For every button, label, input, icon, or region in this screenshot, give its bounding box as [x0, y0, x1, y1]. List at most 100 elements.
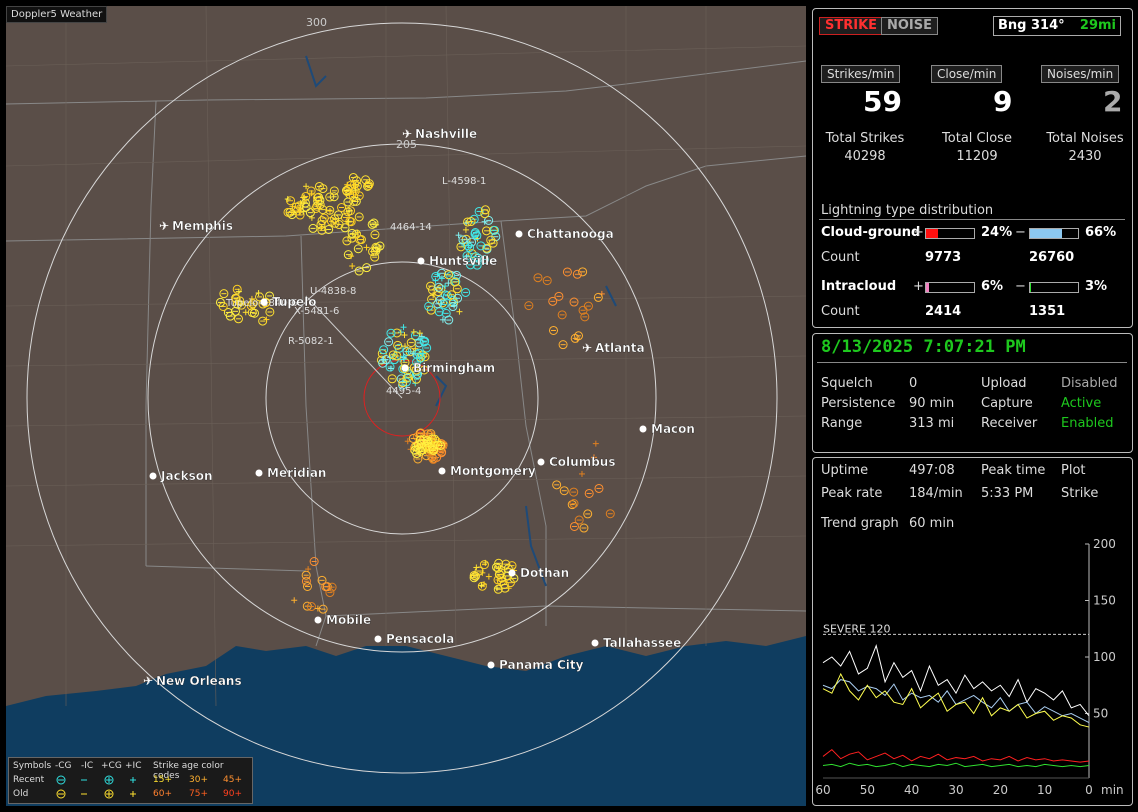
legend-age-75: 75+ [189, 789, 208, 799]
city-dot-icon [438, 467, 446, 475]
cg-positive-percent: 24% [981, 225, 1013, 240]
legend-recent-label: Recent [13, 775, 45, 785]
strikes-per-min-value: 59 [863, 85, 902, 118]
city-dot-icon [374, 635, 382, 643]
legend-header-pos-cg: +CG [101, 761, 122, 771]
current-datetime: 8/13/2025 7:07:21 PM [821, 337, 1026, 357]
city-label: Chattanooga [527, 227, 614, 241]
city-label: Montgomery [450, 464, 536, 478]
lightning-map[interactable]: 300 205 L-4598-14464-14U-4838-8Tupelo-58… [6, 6, 806, 806]
city-dot-icon [508, 569, 516, 577]
cg-count-label: Count [821, 250, 860, 265]
city-dot-icon [255, 469, 263, 477]
trend-y-tick-label: 150 [1093, 594, 1116, 608]
noises-per-min-value: 2 [1103, 85, 1123, 118]
city-birmingham: Birmingham [401, 361, 495, 375]
airport-icon: ✈ [159, 219, 169, 233]
total-close-value: 11209 [956, 149, 998, 164]
ic-positive-percent: 6% [981, 279, 1004, 294]
city-panama-city: Panama City [487, 658, 584, 672]
peak-time-value: 5:33 PM [981, 486, 1034, 501]
ic-negative-percent: 3% [1085, 279, 1108, 294]
trend-y-tick-label: 50 [1093, 707, 1108, 721]
city-dot-icon [417, 257, 425, 265]
map-canvas[interactable]: 300 205 L-4598-14464-14U-4838-8Tupelo-58… [6, 6, 806, 806]
ic-plus-sign: + [913, 279, 924, 294]
legend-age-90: 90+ [223, 789, 242, 799]
range-label-outer: 300 [306, 16, 327, 29]
distribution-divider [819, 219, 1125, 220]
symbol-legend: Symbols -CG -IC +CG +IC Strike age color… [8, 757, 253, 804]
total-noises-value: 2430 [1068, 149, 1102, 164]
city-dot-icon [487, 661, 495, 669]
trend-series-line-3 [822, 748, 1090, 763]
trend-graph-label: Trend graph [821, 516, 899, 531]
noises-per-min-button[interactable]: Noises/min [1041, 65, 1120, 83]
peak-time-label: Peak time [981, 463, 1046, 478]
ic-minus-sign: − [1015, 279, 1026, 294]
city-new-orleans: ✈ New Orleans [143, 674, 242, 688]
city-pensacola: Pensacola [374, 632, 454, 646]
trend-graph-value: 60 min [909, 516, 955, 531]
cg-plus-sign: + [913, 225, 924, 240]
city-label: Birmingham [413, 361, 495, 375]
city-label: Panama City [499, 658, 584, 672]
city-atlanta: ✈ Atlanta [582, 341, 645, 355]
total-strikes-value: 40298 [844, 149, 886, 164]
legend-old-label: Old [13, 789, 29, 799]
strike-status-panel: STRIKE NOISE Bng 314° 29mi Strikes/min C… [812, 8, 1133, 328]
cg-minus-sign: − [1015, 225, 1026, 240]
trend-x-tick-label: 40 [904, 783, 919, 797]
squelch-value: 0 [909, 376, 918, 391]
total-close-label: Total Close [942, 131, 1012, 146]
settings-divider [817, 362, 1127, 363]
plot-value[interactable]: Strike [1061, 486, 1098, 501]
trend-x-tick-label: 20 [993, 783, 1008, 797]
uptime-label: Uptime [821, 463, 869, 478]
legend-header-pos-ic: +IC [125, 761, 142, 771]
capture-label: Capture [981, 396, 1033, 411]
capture-value: Active [1061, 396, 1102, 411]
cg-positive-bar [925, 228, 975, 239]
upload-label: Upload [981, 376, 1027, 391]
peak-rate-label: Peak rate [821, 486, 883, 501]
cell-label: 4495-4 [386, 386, 421, 397]
bearing-value: Bng 314° [998, 18, 1065, 33]
persistence-value: 90 min [909, 396, 955, 411]
strikes-per-min-button[interactable]: Strikes/min [821, 65, 901, 83]
trend-x-tick-label: 50 [860, 783, 875, 797]
city-dot-icon [537, 458, 545, 466]
trend-y-tick-label: 200 [1093, 537, 1116, 551]
trend-x-tick-label: 0 [1085, 783, 1093, 797]
city-label: Dothan [520, 566, 569, 580]
cloud-ground-label: Cloud-ground [821, 225, 921, 240]
range-label: Range [821, 416, 863, 431]
ic-negative-bar [1029, 282, 1079, 293]
trend-x-tick-label: 30 [948, 783, 963, 797]
cg-positive-count: 9773 [925, 250, 962, 265]
trend-y-tick-label: 100 [1093, 650, 1116, 664]
city-dot-icon [591, 639, 599, 647]
city-montgomery: Montgomery [438, 464, 536, 478]
city-tallahassee: Tallahassee [591, 636, 681, 650]
city-huntsville: Huntsville [417, 254, 497, 268]
ic-count-label: Count [821, 304, 860, 319]
noise-button[interactable]: NOISE [881, 17, 939, 35]
receiver-value: Enabled [1061, 416, 1114, 431]
city-label: Columbus [549, 455, 616, 469]
legend-header-neg-ic: -IC [81, 761, 94, 771]
ic-negative-count: 1351 [1029, 304, 1066, 319]
close-per-min-button[interactable]: Close/min [931, 65, 1003, 83]
cell-label: R-5082-1 [288, 336, 334, 347]
ic-positive-count: 2414 [925, 304, 962, 319]
city-label: Macon [651, 422, 695, 436]
city-dot-icon [260, 298, 268, 306]
legend-symbol-icons [56, 775, 136, 799]
strike-button[interactable]: STRIKE [819, 17, 884, 35]
range-value: 313 mi [909, 416, 955, 431]
legend-symbols-title: Symbols [13, 761, 52, 771]
airport-icon: ✈ [143, 674, 153, 688]
airport-icon: ✈ [582, 341, 592, 355]
city-label: Tupelo [272, 295, 317, 309]
trend-x-tick-label: 10 [1037, 783, 1052, 797]
